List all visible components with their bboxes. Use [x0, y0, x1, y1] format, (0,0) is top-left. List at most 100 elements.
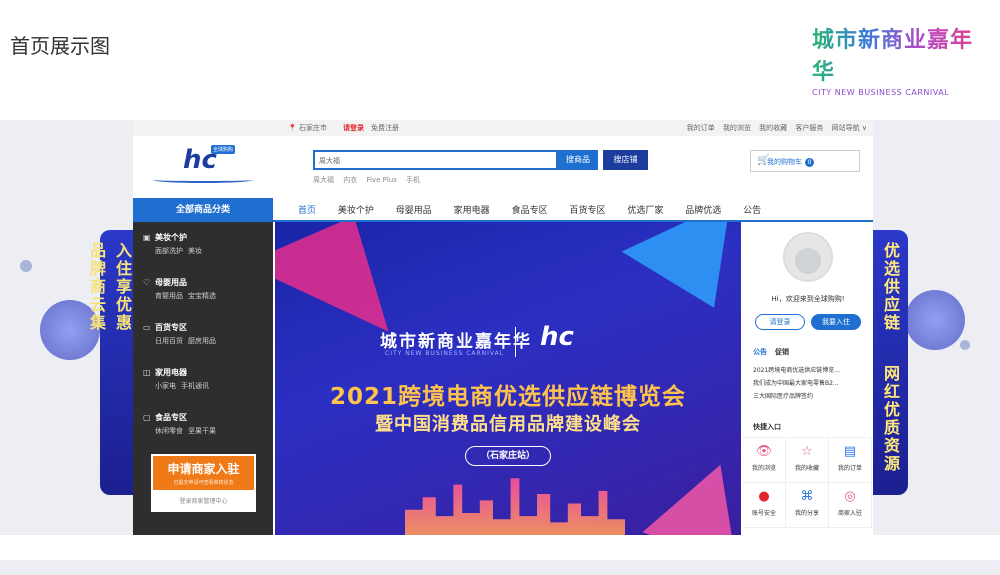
category-sub[interactable]: 美妆	[188, 247, 202, 255]
avatar-face-icon	[795, 248, 821, 274]
nav-food[interactable]: 食品专区	[512, 206, 548, 216]
quick-favorites[interactable]: ☆ 我的收藏	[786, 438, 829, 483]
nav-cosmetics[interactable]: 美妆个护	[338, 206, 374, 216]
site-nav-link[interactable]: 网站导航 ∨	[832, 124, 867, 132]
all-categories-button[interactable]: 全部商品分类	[133, 198, 273, 222]
share-icon: ⌘	[800, 489, 814, 504]
security-icon: ●	[758, 489, 770, 504]
category-item[interactable]: ▢ 食品专区 休闲零食 坚果干果	[143, 412, 221, 436]
location-label[interactable]: 📍 石家庄市	[288, 123, 327, 133]
panel-join-button[interactable]: 我要入住	[811, 314, 861, 330]
carnival-logo-en: CITY NEW BUSINESS CARNIVAL	[812, 88, 950, 97]
category-sub[interactable]: 休闲零食	[155, 427, 183, 435]
login-link[interactable]: 请登录	[343, 123, 364, 133]
nav-appliances[interactable]: 家用电器	[454, 206, 490, 216]
quick-orders[interactable]: ▤ 我的订单	[829, 438, 872, 483]
category-panel: ▣ 美妆个护 面部洗护 美妆 ♡ 母婴用品 育婴用品 宝宝精选 ▭ 百货专区 日用百货 厨房…	[133, 222, 273, 535]
apply-title: 申请商家入驻	[167, 462, 240, 476]
category-sub[interactable]: 手机通讯	[181, 382, 209, 390]
merchant-login-link[interactable]: 登录商家管理中心	[151, 492, 256, 512]
hot-keyword[interactable]: 周大福	[313, 176, 334, 184]
category-sub[interactable]: 厨房用品	[188, 337, 216, 345]
apply-sub: 已提交申请可查看审核状态	[173, 480, 234, 486]
appliance-icon: ◫	[143, 368, 151, 377]
category-item[interactable]: ♡ 母婴用品 育婴用品 宝宝精选	[143, 277, 221, 301]
page: 首页展示图 城市新商业嘉年华 CITY NEW BUSINESS CARNIVA…	[0, 0, 1000, 575]
quick-browse[interactable]: 👁 我的浏览	[743, 438, 786, 483]
side-banner-right: 优选供应链 网红优质资源	[870, 230, 908, 495]
category-title: 百货专区	[155, 323, 187, 332]
hot-keyword[interactable]: 手机	[406, 176, 420, 184]
banner-divider	[515, 327, 516, 357]
hot-keyword[interactable]: Five Plus	[366, 176, 396, 184]
side-right-text-1: 优选供应链	[881, 242, 900, 332]
category-sub[interactable]: 日用百货	[155, 337, 183, 345]
avatar	[783, 232, 833, 282]
banner-logo: 城市新商业嘉年华	[380, 332, 532, 352]
nav-home[interactable]: 首页	[298, 206, 316, 216]
category-sub[interactable]: 面部洗护	[155, 247, 183, 255]
cart-button[interactable]: 🛒 我的购物车 0	[750, 150, 860, 172]
nav-notice[interactable]: 公告	[743, 206, 761, 216]
category-title: 家用电器	[155, 368, 187, 377]
nav-items: 首页 美妆个护 母婴用品 家用电器 食品专区 百货专区 优选厂家 品牌优选 公告	[298, 203, 780, 216]
deco-product-icon	[905, 290, 965, 350]
quick-share[interactable]: ⌘ 我的分享	[786, 483, 829, 528]
quick-security[interactable]: ● 账号安全	[743, 483, 786, 528]
category-item[interactable]: ▣ 美妆个护 面部洗护 美妆	[143, 232, 207, 256]
notice-tabs: 公告 促销	[753, 347, 789, 357]
hot-keyword[interactable]: 内衣	[343, 176, 357, 184]
tab-promo[interactable]: 促销	[775, 348, 789, 356]
nav-baby[interactable]: 母婴用品	[396, 206, 432, 216]
search-goods-button[interactable]: 搜商品	[558, 150, 598, 170]
location-text: 石家庄市	[298, 124, 327, 132]
quick-entry-grid: 👁 我的浏览 ☆ 我的收藏 ▤ 我的订单 ● 账号安全 ⌘ 我的分享 ◎ 商家入驻	[743, 437, 873, 532]
side-banner-left: 入住享优惠 品牌商云集	[87, 230, 136, 495]
cart-icon: 🛒	[757, 155, 770, 166]
my-browse-link[interactable]: 我的浏览	[723, 124, 751, 132]
notice-item[interactable]: 三大国际医疗品牌签约	[753, 391, 868, 400]
notice-item[interactable]: 2021跨境电商优选供应链博览...	[753, 365, 868, 374]
merchant-icon: ◎	[844, 489, 856, 504]
side-right-text-2: 网红优质资源	[881, 365, 900, 473]
user-panel: Hi，欢迎来到全球购购! 请登录 我要入住 公告 促销 2021跨境电商优选供应链…	[743, 222, 873, 535]
quick-entry-title: 快捷入口	[753, 423, 781, 431]
quick-label: 我的收藏	[794, 465, 819, 472]
deco-triangle-icon	[642, 447, 741, 535]
side-left-text-1: 入住享优惠	[113, 242, 132, 332]
category-title: 食品专区	[155, 413, 187, 422]
site-logo[interactable]: hc 全球购购	[153, 145, 253, 185]
category-sub[interactable]: 育婴用品	[155, 292, 183, 300]
apply-merchant-button[interactable]: 申请商家入驻 已提交申请可查看审核状态	[151, 454, 256, 492]
hero-banner[interactable]: 城市新商业嘉年华 CITY NEW BUSINESS CARNIVAL hc 2…	[275, 222, 741, 535]
carnival-logo-cn: 城市新商业嘉年华	[812, 22, 977, 86]
notice-item[interactable]: 我们成为中国最大家电零售B2...	[753, 378, 868, 387]
cosmetics-icon: ▣	[143, 233, 151, 242]
hot-keywords: 周大福 内衣 Five Plus 手机	[313, 175, 427, 185]
panel-login-button[interactable]: 请登录	[755, 314, 805, 330]
browse-icon: 👁	[755, 444, 773, 459]
side-left-text-2: 品牌商云集	[87, 242, 106, 332]
category-sub[interactable]: 坚果干果	[188, 427, 216, 435]
deco-triangle-icon	[621, 222, 741, 334]
my-favorites-link[interactable]: 我的收藏	[759, 124, 787, 132]
category-item[interactable]: ▭ 百货专区 日用百货 厨房用品	[143, 322, 221, 346]
nav-factory[interactable]: 优选厂家	[627, 206, 663, 216]
deco-dot-icon	[960, 340, 970, 350]
register-link[interactable]: 免费注册	[371, 123, 399, 133]
customer-service-link[interactable]: 客户服务	[795, 124, 823, 132]
banner-headline: 2021跨境电商优选供应链博览会	[329, 384, 686, 410]
nav-brand[interactable]: 品牌优选	[685, 206, 721, 216]
category-item[interactable]: ◫ 家用电器 小家电 手机通讯	[143, 367, 214, 391]
my-orders-link[interactable]: 我的订单	[687, 124, 715, 132]
search-input[interactable]: 周大福	[313, 150, 558, 170]
search-store-button[interactable]: 搜店铺	[603, 150, 648, 170]
quick-merchant[interactable]: ◎ 商家入驻	[829, 483, 872, 528]
nav-general[interactable]: 百货专区	[569, 206, 605, 216]
category-sub[interactable]: 小家电	[155, 382, 176, 390]
tab-notice[interactable]: 公告	[753, 348, 767, 356]
deco-dot-icon	[20, 260, 32, 272]
top-links: 我的订单 我的浏览 我的收藏 客户服务 网站导航 ∨	[681, 123, 867, 133]
banner-subhead: 暨中国消费品信用品牌建设峰会	[375, 414, 641, 435]
category-sub[interactable]: 宝宝精选	[188, 292, 216, 300]
